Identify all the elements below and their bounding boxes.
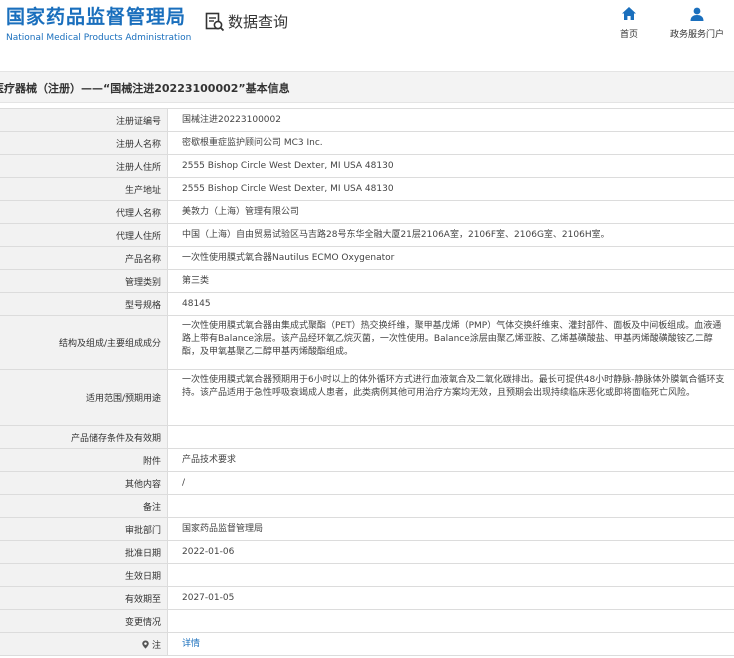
row-label: 注册证编号 xyxy=(0,109,168,131)
nav-service-portal-label: 政务服务门户 xyxy=(669,30,724,40)
row-value xyxy=(168,564,734,586)
row-label: 管理类别 xyxy=(0,270,168,292)
table-row: 产品名称 一次性使用膜式氧合器Nautilus ECMO Oxygenator xyxy=(0,247,734,270)
row-label: 附件 xyxy=(0,449,168,471)
row-value: 中国（上海）自由贸易试验区马吉路28号东华全融大厦21层2106A室，2106F… xyxy=(168,224,734,246)
table-row: 注册人名称 密歇根重症监护顾问公司 MC3 Inc. xyxy=(0,132,734,155)
row-value: 国家药品监督管理局 xyxy=(168,518,734,540)
row-value: 2027-01-05 xyxy=(168,587,734,609)
row-value: / xyxy=(168,472,734,494)
table-row: 变更情况 xyxy=(0,610,734,633)
table-row: 生效日期 xyxy=(0,564,734,587)
nmpa-logo[interactable]: 国家药品监督管理局 National Medical Products Admi… xyxy=(6,6,191,44)
row-value: 美敦力（上海）管理有限公司 xyxy=(168,201,734,223)
table-row: 注 详情 xyxy=(0,633,734,656)
row-label: 有效期至 xyxy=(0,587,168,609)
row-value: 详情 xyxy=(168,633,734,655)
row-label: 注册人名称 xyxy=(0,132,168,154)
row-label-note: 注 xyxy=(0,633,168,655)
table-row: 批准日期 2022-01-06 xyxy=(0,541,734,564)
row-label: 其他内容 xyxy=(0,472,168,494)
logo-title-cn: 国家药品监督管理局 xyxy=(6,6,187,28)
table-row: 产品储存条件及有效期 xyxy=(0,426,734,449)
row-value: 密歇根重症监护顾问公司 MC3 Inc. xyxy=(168,132,734,154)
row-value xyxy=(168,495,734,517)
row-value: 产品技术要求 xyxy=(168,449,734,471)
row-label: 代理人名称 xyxy=(0,201,168,223)
row-value: 国械注进20223100002 xyxy=(168,109,734,131)
title-bar: 医疗器械（注册）——“国械注进20223100002”基本信息 xyxy=(0,71,734,103)
table-row: 注册人住所 2555 Bishop Circle West Dexter, MI… xyxy=(0,155,734,178)
table-row: 附件 产品技术要求 xyxy=(0,449,734,472)
row-label: 产品名称 xyxy=(0,247,168,269)
row-value: 48145 xyxy=(168,293,734,315)
nav-service-portal[interactable]: 政务服务门户 xyxy=(664,6,730,40)
info-table: 注册证编号 国械注进20223100002 注册人名称 密歇根重症监护顾问公司 … xyxy=(0,108,734,656)
row-label: 适用范围/预期用途 xyxy=(0,370,168,425)
row-value: 2555 Bishop Circle West Dexter, MI USA 4… xyxy=(168,155,734,177)
user-icon xyxy=(690,7,704,21)
row-label: 生产地址 xyxy=(0,178,168,200)
table-row: 其他内容 / xyxy=(0,472,734,495)
nav-home-label: 首页 xyxy=(619,30,638,40)
data-query-label: 数据查询 xyxy=(228,13,289,31)
row-label: 生效日期 xyxy=(0,564,168,586)
row-label: 批准日期 xyxy=(0,541,168,563)
row-label: 备注 xyxy=(0,495,168,517)
logo-title-en: National Medical Products Administration xyxy=(6,33,192,43)
row-label: 型号规格 xyxy=(0,293,168,315)
row-label: 结构及组成/主要组成成分 xyxy=(0,316,168,369)
row-value: 一次性使用膜式氧合器Nautilus ECMO Oxygenator xyxy=(168,247,734,269)
home-icon xyxy=(622,7,636,20)
table-row: 注册证编号 国械注进20223100002 xyxy=(0,109,734,132)
row-value xyxy=(168,426,734,448)
details-link[interactable]: 详情 xyxy=(182,638,200,651)
table-row: 适用范围/预期用途 一次性使用膜式氧合器预期用于6小时以上的体外循环方式进行血液… xyxy=(0,370,734,426)
row-label: 注册人住所 xyxy=(0,155,168,177)
table-row: 代理人名称 美敦力（上海）管理有限公司 xyxy=(0,201,734,224)
row-label: 变更情况 xyxy=(0,610,168,632)
nav-home[interactable]: 首页 xyxy=(614,6,644,40)
data-query-heading: 数据查询 xyxy=(205,11,288,32)
table-row: 代理人住所 中国（上海）自由贸易试验区马吉路28号东华全融大厦21层2106A室… xyxy=(0,224,734,247)
row-label: 审批部门 xyxy=(0,518,168,540)
row-value: 一次性使用膜式氧合器预期用于6小时以上的体外循环方式进行血液氧合及二氧化碳排出。… xyxy=(168,370,734,425)
table-row: 管理类别 第三类 xyxy=(0,270,734,293)
table-row: 备注 xyxy=(0,495,734,518)
top-header: 国家药品监督管理局 National Medical Products Admi… xyxy=(0,0,734,70)
table-row: 结构及组成/主要组成成分 一次性使用膜式氧合器由集成式聚酯（PET）热交换纤维，… xyxy=(0,316,734,370)
row-value: 一次性使用膜式氧合器由集成式聚酯（PET）热交换纤维，聚甲基戊烯（PMP）气体交… xyxy=(168,316,734,369)
table-row: 型号规格 48145 xyxy=(0,293,734,316)
table-row: 生产地址 2555 Bishop Circle West Dexter, MI … xyxy=(0,178,734,201)
row-value xyxy=(168,610,734,632)
row-value: 2022-01-06 xyxy=(168,541,734,563)
row-label: 代理人住所 xyxy=(0,224,168,246)
row-label-note-text: 注 xyxy=(151,640,161,651)
location-pin-icon xyxy=(142,639,149,649)
row-value: 第三类 xyxy=(168,270,734,292)
table-row: 审批部门 国家药品监督管理局 xyxy=(0,518,734,541)
data-search-icon xyxy=(205,12,225,31)
page-title: 医疗器械（注册）——“国械注进20223100002”基本信息 xyxy=(0,82,290,95)
row-label: 产品储存条件及有效期 xyxy=(0,426,168,448)
row-value: 2555 Bishop Circle West Dexter, MI USA 4… xyxy=(168,178,734,200)
table-row: 有效期至 2027-01-05 xyxy=(0,587,734,610)
